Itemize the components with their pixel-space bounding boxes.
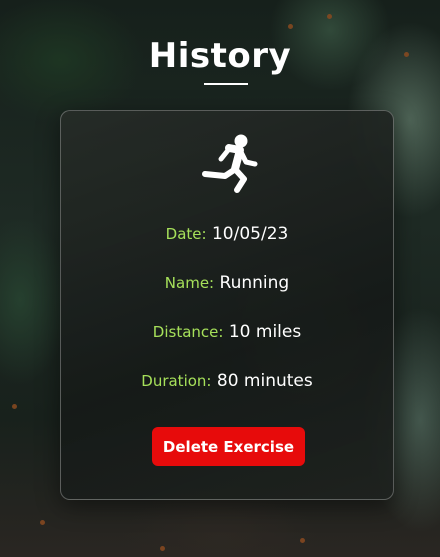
name-value: Running	[219, 273, 290, 293]
name-row: Name: Running	[61, 273, 393, 293]
distance-value: 10 miles	[228, 322, 302, 342]
distance-row: Distance: 10 miles	[61, 322, 393, 342]
delete-exercise-button[interactable]: Delete Exercise	[152, 427, 305, 466]
date-row: Date: 10/05/23	[61, 224, 393, 244]
fallen-leaf	[160, 546, 165, 551]
page-title: History	[148, 36, 292, 76]
running-person-icon	[202, 134, 258, 193]
fallen-leaf	[288, 24, 293, 29]
fallen-leaf	[12, 404, 17, 409]
fallen-leaf	[327, 14, 332, 19]
fallen-leaf	[40, 520, 45, 525]
duration-label: Duration:	[141, 372, 212, 390]
title-underline	[204, 83, 248, 85]
name-label: Name:	[164, 274, 215, 292]
exercise-card: Date: 10/05/23 Name: Running Distance: 1…	[60, 110, 394, 500]
duration-row: Duration: 80 minutes	[61, 371, 393, 391]
date-label: Date:	[165, 225, 207, 243]
fallen-leaf	[300, 538, 305, 543]
date-value: 10/05/23	[211, 224, 289, 244]
distance-label: Distance:	[152, 323, 224, 341]
duration-value: 80 minutes	[216, 371, 313, 391]
